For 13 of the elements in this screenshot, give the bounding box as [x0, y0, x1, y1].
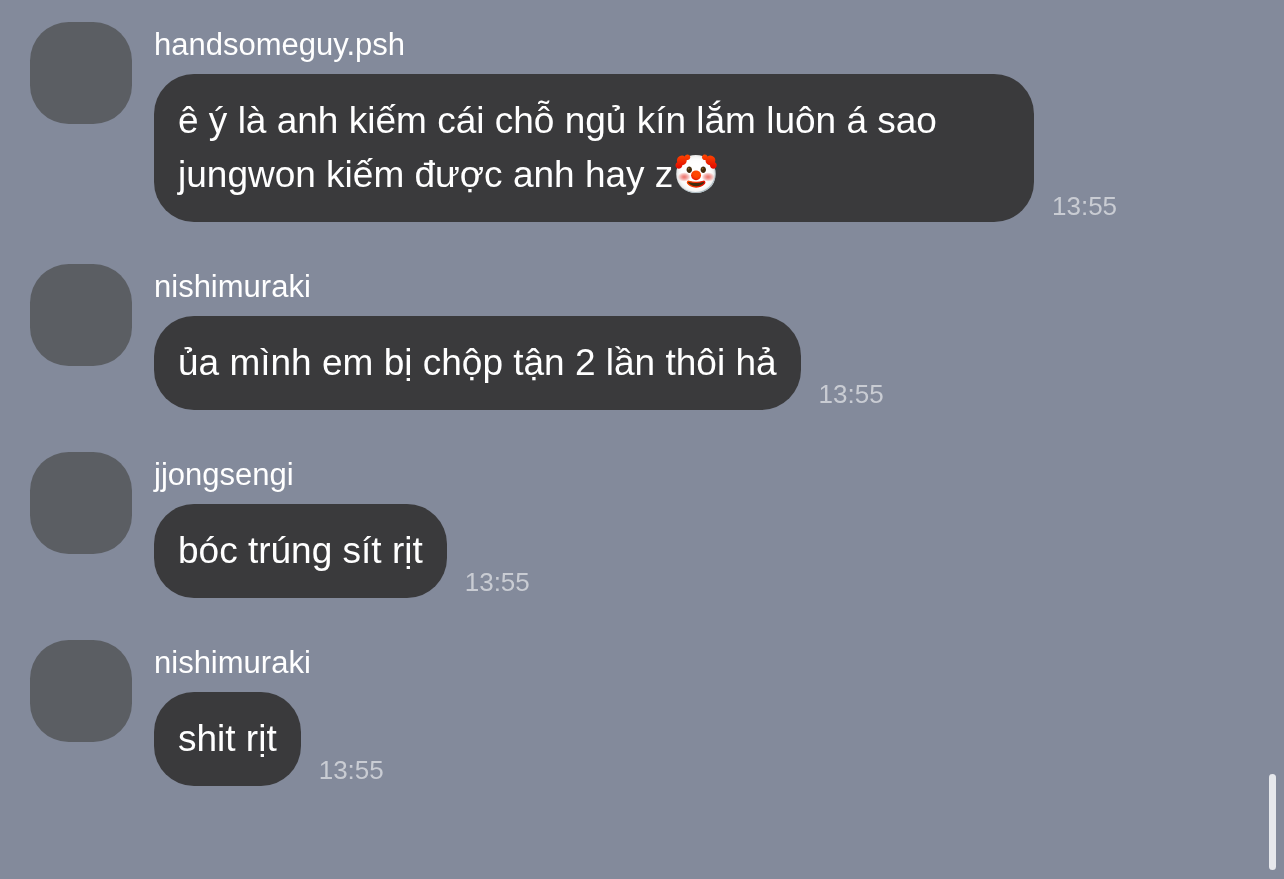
scrollbar[interactable]	[1269, 774, 1276, 870]
message-bubble: shit rịt	[154, 692, 301, 787]
message-bubble: ủa mình em bị chộp tận 2 lần thôi hả	[154, 316, 801, 411]
message-bubble: bóc trúng sít rịt	[154, 504, 447, 599]
sender-name: handsomeguy.psh	[154, 28, 407, 63]
message-time: 13:55	[1052, 190, 1118, 224]
message-bubble: ê ý là anh kiếm cái chỗ ngủ kín lắm luôn á sao jungwon kiếm được anh hay z🤡	[154, 74, 1034, 223]
message-time: 13:55	[318, 754, 384, 788]
message-time: 13:55	[818, 378, 884, 412]
sender-name: nishimuraki	[154, 270, 312, 305]
message-time: 13:55	[464, 566, 530, 600]
sender-name: jjongsengi	[154, 458, 295, 493]
sender-name: nishimuraki	[154, 646, 312, 681]
